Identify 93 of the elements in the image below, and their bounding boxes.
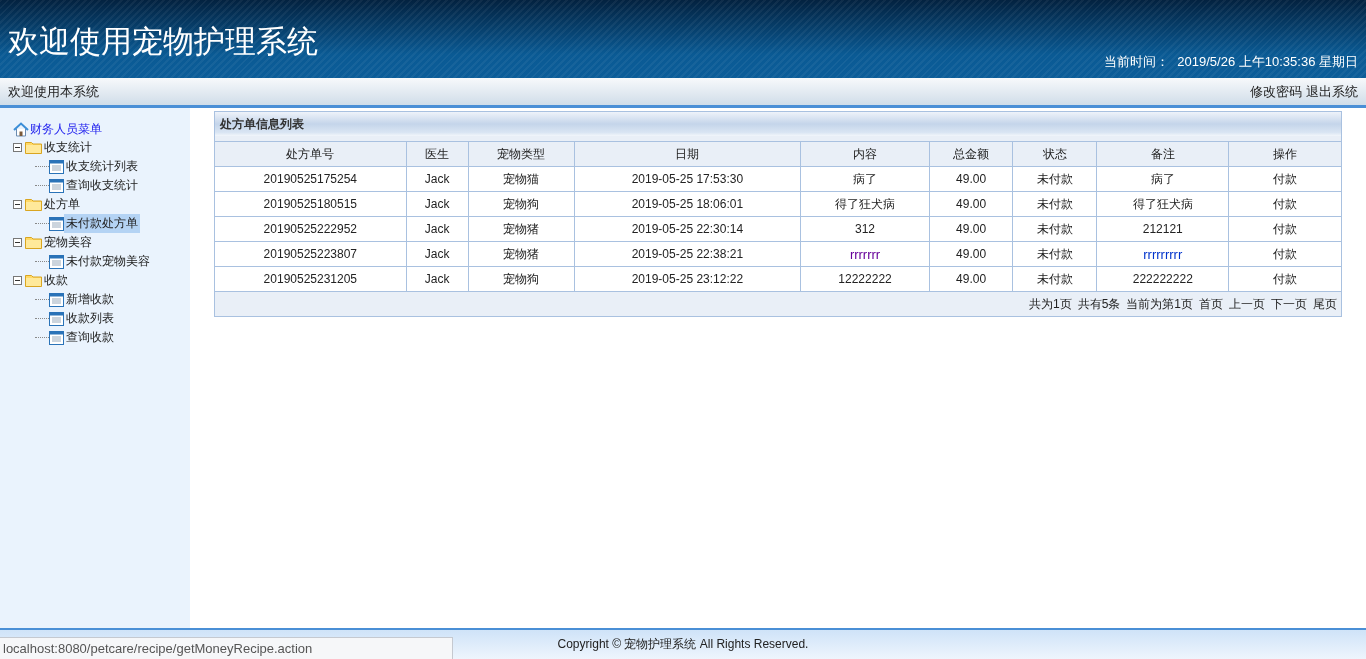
column-header: 总金额 xyxy=(929,141,1013,167)
time-label: 当前时间： xyxy=(1104,53,1170,71)
table-cell: 未付款 xyxy=(1012,191,1097,217)
menu-item[interactable]: 未付款处方单 xyxy=(64,214,140,233)
status-url: localhost:8080/petcare/recipe/getMoneyRecipe.action xyxy=(0,637,453,659)
table-cell: 宠物猫 xyxy=(468,166,575,192)
menu-group[interactable]: 收款 xyxy=(42,271,70,290)
table-cell: 312 xyxy=(800,216,930,242)
pager-info: 共为1页 xyxy=(1028,295,1072,313)
table-cell: 49.00 xyxy=(929,216,1013,242)
table-cell: 宠物狗 xyxy=(468,266,575,292)
folder-icon xyxy=(25,141,42,154)
folder-icon xyxy=(25,198,42,211)
pager-info: 共有5条 xyxy=(1077,295,1121,313)
column-header: 备注 xyxy=(1096,141,1229,167)
column-header: 医生 xyxy=(406,141,469,167)
menu-item[interactable]: 收款列表 xyxy=(64,309,116,328)
column-header: 日期 xyxy=(574,141,801,167)
menu-group[interactable]: 收支统计 xyxy=(42,138,94,157)
table-cell: 2019-05-25 22:38:21 xyxy=(574,241,801,267)
document-icon xyxy=(49,159,64,174)
menu-item[interactable]: 收支统计列表 xyxy=(64,157,140,176)
menu-item[interactable]: 新增收款 xyxy=(64,290,116,309)
table-cell: 未付款 xyxy=(1012,266,1097,292)
table-cell: 宠物猪 xyxy=(468,216,575,242)
nav-link[interactable]: 修改密码 xyxy=(1250,82,1302,101)
table-cell: 2019-05-25 23:12:22 xyxy=(574,266,801,292)
document-icon xyxy=(49,292,64,307)
table-cell: 49.00 xyxy=(929,166,1013,192)
table-cell: 20190525231205 xyxy=(215,266,407,292)
collapse-icon[interactable] xyxy=(13,143,22,152)
table-cell: 20190525180515 xyxy=(215,191,407,217)
table-cell: 49.00 xyxy=(929,266,1013,292)
column-header: 内容 xyxy=(800,141,930,167)
document-icon xyxy=(49,178,64,193)
table-cell: 未付款 xyxy=(1012,241,1097,267)
table-cell: 2019-05-25 17:53:30 xyxy=(574,166,801,192)
table-cell: 得了狂犬病 xyxy=(800,191,930,217)
table-cell: 病了 xyxy=(1096,166,1229,192)
menu-item[interactable]: 查询收款 xyxy=(64,328,116,347)
table-cell: 未付款 xyxy=(1012,216,1097,242)
column-header: 状态 xyxy=(1012,141,1097,167)
pager-info: 当前为第1页 xyxy=(1126,295,1193,313)
document-icon xyxy=(49,216,64,231)
collapse-icon[interactable] xyxy=(13,276,22,285)
table-cell: 2019-05-25 22:30:14 xyxy=(574,216,801,242)
pay-link[interactable]: 付款 xyxy=(1273,196,1298,211)
table-cell: 20190525175254 xyxy=(215,166,407,192)
table-cell: 49.00 xyxy=(929,191,1013,217)
home-icon xyxy=(13,121,29,137)
table-cell: 病了 xyxy=(800,166,930,192)
pay-link[interactable]: 付款 xyxy=(1273,171,1298,186)
table-cell: 20190525222952 xyxy=(215,216,407,242)
table-cell: 212121 xyxy=(1096,216,1229,242)
table-cell: 222222222 xyxy=(1096,266,1229,292)
folder-icon xyxy=(25,236,42,249)
table-cell: 得了狂犬病 xyxy=(1096,191,1229,217)
cell-link[interactable]: rrrrrrrrr xyxy=(1143,246,1183,262)
welcome-text: 欢迎使用本系统 xyxy=(8,82,99,101)
menu-root[interactable]: 财务人员菜单 xyxy=(30,120,102,138)
collapse-icon[interactable] xyxy=(13,238,22,247)
panel-title: 处方单信息列表 xyxy=(215,112,1341,136)
document-icon xyxy=(49,311,64,326)
column-header: 宠物类型 xyxy=(468,141,575,167)
nav-link[interactable]: 退出系统 xyxy=(1306,82,1358,101)
pay-link[interactable]: 付款 xyxy=(1273,271,1298,286)
pager-link[interactable]: 上一页 xyxy=(1229,295,1265,313)
app-title: 欢迎使用宠物护理系统 xyxy=(8,23,318,61)
table-cell: 宠物猪 xyxy=(468,241,575,267)
document-icon xyxy=(49,330,64,345)
pager-link[interactable]: 首页 xyxy=(1199,295,1223,313)
table-cell: 49.00 xyxy=(929,241,1013,267)
table-cell: 2019-05-25 18:06:01 xyxy=(574,191,801,217)
menu-item[interactable]: 查询收支统计 xyxy=(64,176,140,195)
pager-link[interactable]: 尾页 xyxy=(1313,295,1337,313)
table-cell: 20190525223807 xyxy=(215,241,407,267)
menu-group[interactable]: 处方单 xyxy=(42,195,82,214)
table-cell: 宠物狗 xyxy=(468,191,575,217)
cell-link[interactable]: rrrrrrr xyxy=(849,246,881,262)
column-header: 处方单号 xyxy=(215,141,407,167)
pay-link[interactable]: 付款 xyxy=(1273,246,1298,261)
folder-icon xyxy=(25,274,42,287)
pay-link[interactable]: 付款 xyxy=(1273,221,1298,236)
table-cell: 未付款 xyxy=(1012,166,1097,192)
pager-link[interactable]: 下一页 xyxy=(1271,295,1307,313)
menu-item[interactable]: 未付款宠物美容 xyxy=(64,252,152,271)
copyright-text: Copyright © 宠物护理系统 All Rights Reserved. xyxy=(557,636,809,653)
collapse-icon[interactable] xyxy=(13,200,22,209)
document-icon xyxy=(49,254,64,269)
table-cell: 12222222 xyxy=(800,266,930,292)
menu-group[interactable]: 宠物美容 xyxy=(42,233,94,252)
current-time: 2019/5/26 上午10:35:36 星期日 xyxy=(1177,53,1358,71)
column-header: 操作 xyxy=(1228,141,1341,167)
